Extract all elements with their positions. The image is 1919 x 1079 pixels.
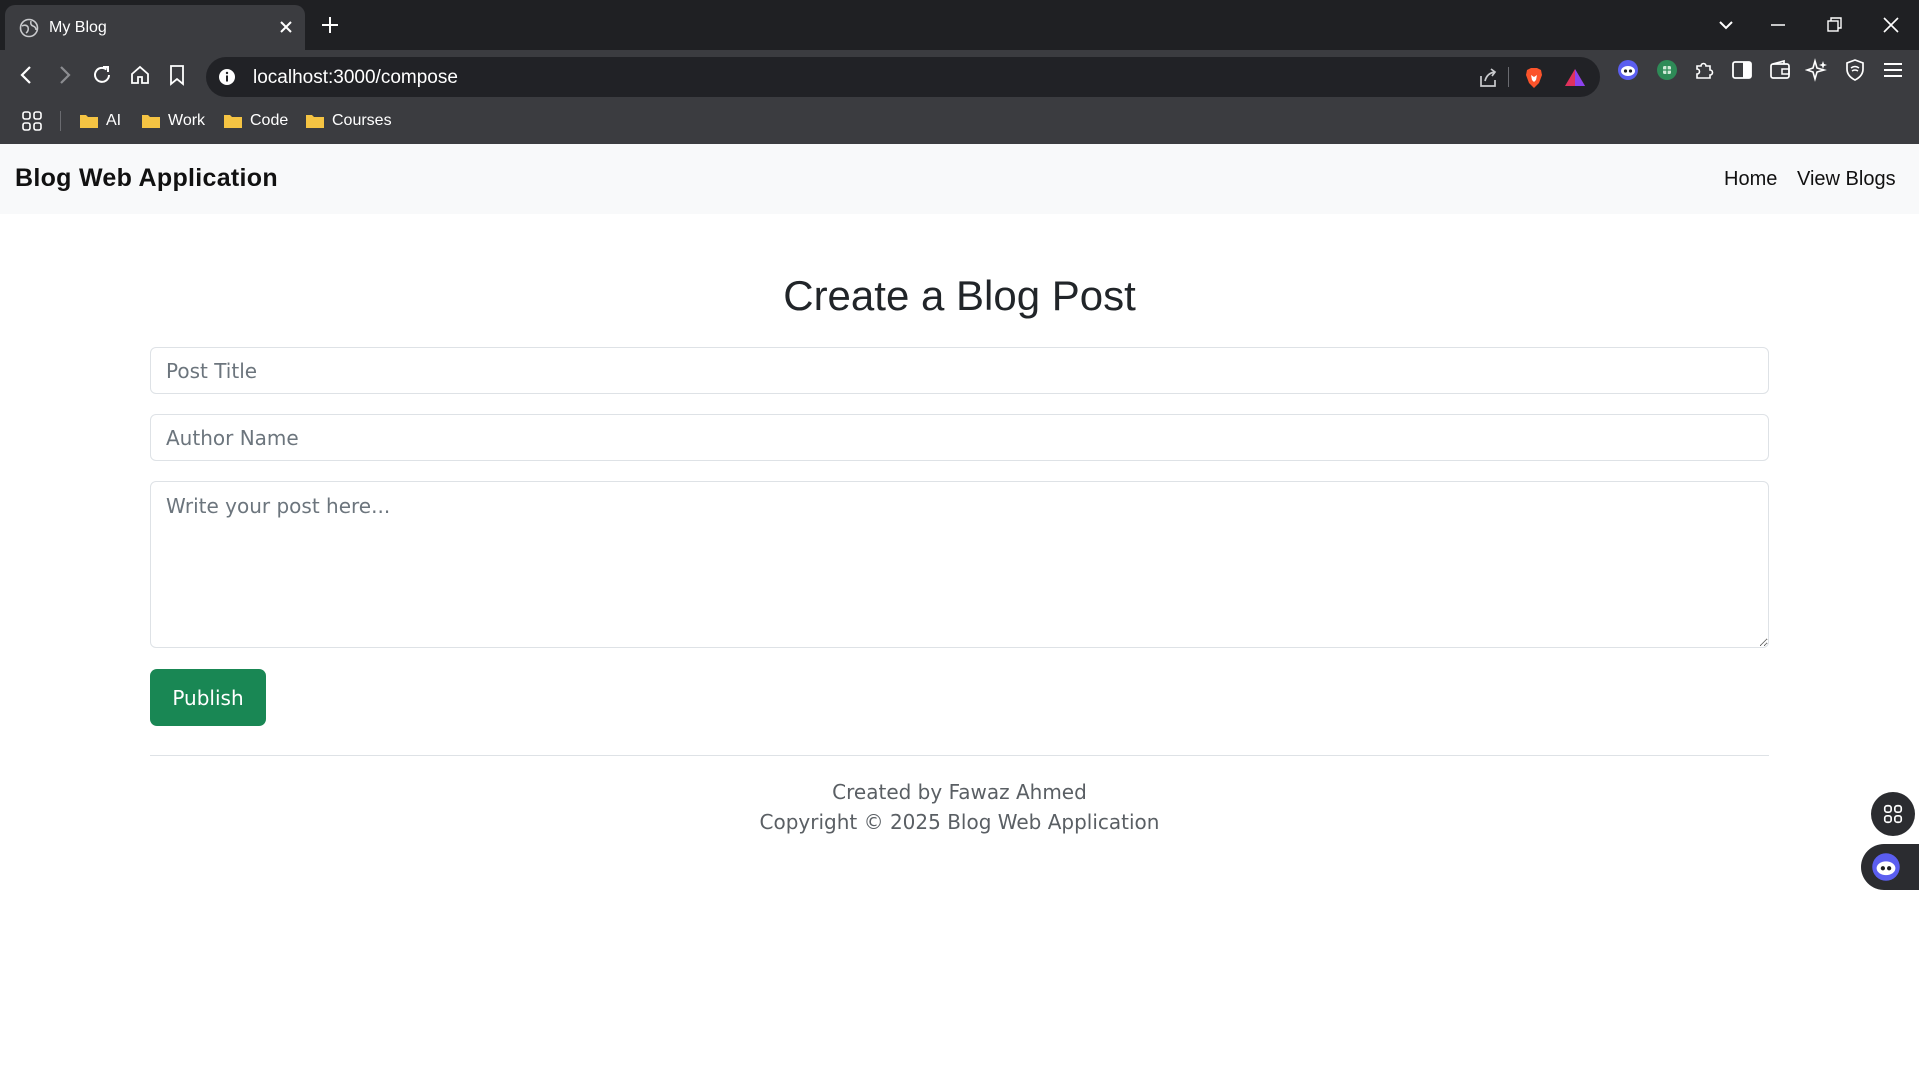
folder-icon bbox=[306, 115, 324, 128]
info-icon[interactable] bbox=[218, 68, 236, 86]
browser-toolbar: localhost:3000/compose AI Work Code Cour… bbox=[0, 50, 1919, 150]
assistant-bot-icon bbox=[1872, 853, 1900, 881]
apps-grid-icon bbox=[1883, 804, 1903, 824]
nav-link-home[interactable]: Home bbox=[1724, 168, 1777, 191]
rewards-icon[interactable] bbox=[1563, 66, 1587, 90]
bookmark-label: Work bbox=[168, 112, 206, 129]
site-navbar: Blog Web Application Home View Blogs bbox=[0, 144, 1919, 214]
reload-icon[interactable] bbox=[90, 63, 114, 87]
footer-copyright: Copyright © 2025 Blog Web Application bbox=[759, 810, 1160, 834]
chevron-down-icon[interactable] bbox=[1715, 14, 1737, 36]
bookmark-folder-code[interactable]: Code bbox=[223, 108, 288, 134]
bookmark-icon[interactable] bbox=[165, 63, 189, 87]
bookmark-folder-courses[interactable]: Courses bbox=[305, 108, 392, 134]
bookmark-label: Courses bbox=[332, 112, 392, 129]
publish-button[interactable]: Publish bbox=[150, 669, 266, 726]
nav-link-view-blogs[interactable]: View Blogs bbox=[1797, 168, 1896, 191]
forward-icon[interactable] bbox=[52, 63, 76, 87]
floating-apps-button[interactable] bbox=[1871, 792, 1915, 836]
url-text: localhost:3000/compose bbox=[253, 67, 458, 88]
bookmark-label: Code bbox=[250, 112, 289, 129]
bookmark-folder-work[interactable]: Work bbox=[141, 108, 205, 134]
bookmarks-divider bbox=[60, 111, 61, 131]
close-icon[interactable] bbox=[276, 17, 296, 37]
browser-tab[interactable]: My Blog bbox=[5, 5, 305, 50]
tab-strip: My Blog bbox=[0, 0, 1919, 50]
apps-grid-icon[interactable] bbox=[20, 109, 44, 133]
home-icon[interactable] bbox=[128, 63, 152, 87]
folder-icon bbox=[142, 115, 160, 128]
extension-icon[interactable] bbox=[1692, 58, 1716, 82]
minimize-icon[interactable] bbox=[1767, 14, 1789, 36]
vpn-icon[interactable] bbox=[1843, 58, 1867, 82]
extension-green-icon[interactable] bbox=[1655, 58, 1679, 82]
leo-icon[interactable] bbox=[1805, 58, 1829, 82]
floating-assistant-button[interactable] bbox=[1861, 844, 1919, 890]
post-body-textarea[interactable] bbox=[150, 481, 1769, 648]
omnibox-divider bbox=[1508, 67, 1509, 87]
restore-icon[interactable] bbox=[1823, 14, 1845, 36]
sidebar-icon[interactable] bbox=[1730, 58, 1754, 82]
footer-divider bbox=[150, 755, 1769, 756]
navbar-brand[interactable]: Blog Web Application bbox=[15, 164, 278, 193]
page-title: Create a Blog Post bbox=[783, 272, 1136, 319]
close-window-icon[interactable] bbox=[1880, 14, 1902, 36]
share-icon[interactable] bbox=[1476, 66, 1500, 90]
globe-icon bbox=[19, 18, 39, 38]
extension-bot-icon[interactable] bbox=[1616, 58, 1640, 82]
author-name-input[interactable] bbox=[150, 414, 1769, 461]
back-icon[interactable] bbox=[15, 63, 39, 87]
post-title-input[interactable] bbox=[150, 347, 1769, 394]
folder-icon bbox=[224, 115, 242, 128]
menu-icon[interactable] bbox=[1881, 58, 1905, 82]
brave-shield-icon[interactable] bbox=[1522, 66, 1546, 90]
plus-icon[interactable] bbox=[319, 14, 341, 36]
page-viewport: Blog Web Application Home View Blogs Cre… bbox=[0, 144, 1919, 1079]
wallet-icon[interactable] bbox=[1768, 58, 1792, 82]
bookmark-label: AI bbox=[106, 112, 122, 129]
tab-title: My Blog bbox=[49, 19, 107, 36]
bookmark-folder-ai[interactable]: AI bbox=[79, 108, 121, 134]
footer-credit: Created by Fawaz Ahmed bbox=[832, 780, 1087, 804]
address-bar[interactable]: localhost:3000/compose bbox=[206, 57, 1600, 97]
folder-icon bbox=[80, 115, 98, 128]
bookmarks-bar: AI Work Code Courses bbox=[0, 102, 1919, 146]
